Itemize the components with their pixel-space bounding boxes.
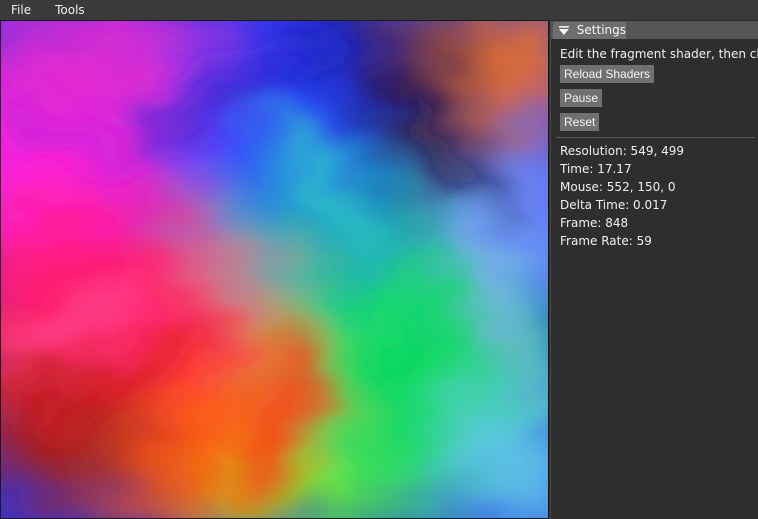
stats-list: Resolution: 549, 499 Time: 17.17 Mouse: … <box>560 142 756 250</box>
menu-bar: File Tools <box>0 0 758 20</box>
frame-rate-readout: Frame Rate: 59 <box>560 234 652 248</box>
time-readout: Time: 17.17 <box>560 162 632 176</box>
menu-file[interactable]: File <box>0 0 43 20</box>
delta-time-readout: Delta Time: 0.017 <box>560 198 668 212</box>
pause-button[interactable]: Pause <box>560 89 603 107</box>
mouse-readout: Mouse: 552, 150, 0 <box>560 180 676 194</box>
menu-tools[interactable]: Tools <box>43 0 97 20</box>
reset-button[interactable]: Reset <box>560 113 600 131</box>
shader-app-window: File Tools Settings Edit the fragment sh… <box>0 0 758 519</box>
frame-readout: Frame: 848 <box>560 216 629 230</box>
settings-controls: Edit the fragment shader, then click: Re… <box>560 46 758 134</box>
settings-panel: Settings Edit the fragment shader, then … <box>550 21 758 519</box>
shader-viewport[interactable] <box>0 20 549 519</box>
settings-panel-header: Settings <box>551 21 758 39</box>
divider <box>556 137 755 138</box>
reload-shaders-button[interactable]: Reload Shaders <box>560 65 655 83</box>
settings-title: Settings <box>576 23 626 37</box>
shader-output-canvas[interactable] <box>1 21 548 518</box>
shader-instruction-text: Edit the fragment shader, then click: <box>560 47 758 61</box>
triangle-down-icon[interactable] <box>557 24 571 38</box>
resolution-readout: Resolution: 549, 499 <box>560 144 684 158</box>
settings-tab[interactable]: Settings <box>553 22 626 39</box>
